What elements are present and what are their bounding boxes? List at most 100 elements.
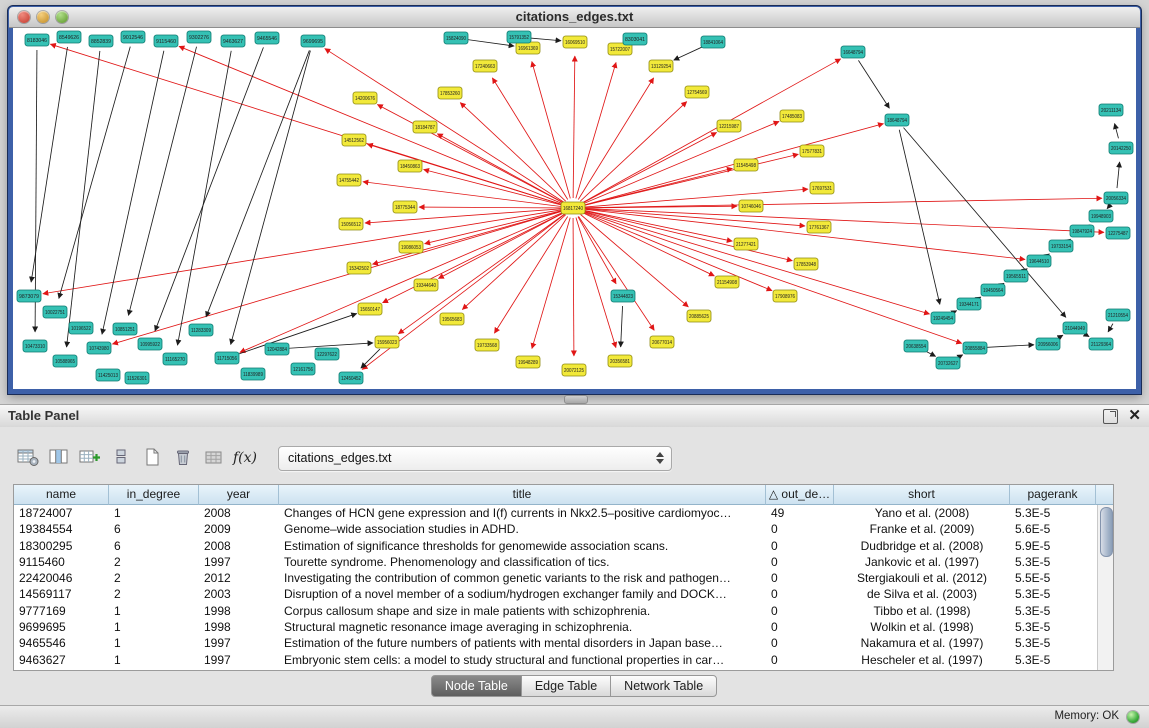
cell-in_degree[interactable]: 2 (109, 586, 199, 602)
cell-name[interactable]: 22420046 (14, 570, 109, 586)
graph-node[interactable]: 17240663 (473, 60, 497, 72)
delete-button[interactable] (169, 445, 197, 471)
cell-year[interactable]: 1998 (199, 619, 279, 635)
cell-pagerank[interactable]: 5.3E-5 (1010, 635, 1096, 651)
graph-node[interactable]: 8303041 (623, 33, 647, 45)
table-mode-button[interactable] (14, 445, 42, 471)
graph-node[interactable]: 20638554 (904, 340, 928, 352)
cell-title[interactable]: Corpus callosum shape and size in male p… (279, 603, 766, 619)
graph-node[interactable]: 10851251 (113, 323, 137, 335)
cell-in_degree[interactable]: 1 (109, 505, 199, 521)
cell-pagerank[interactable]: 5.9E-5 (1010, 538, 1096, 554)
cell-name[interactable]: 9463627 (14, 652, 109, 668)
graph-node[interactable]: 9463627 (221, 35, 245, 47)
cell-out_degree[interactable]: 0 (766, 586, 834, 602)
graph-node[interactable]: 17485083 (780, 110, 804, 122)
cell-in_degree[interactable]: 1 (109, 635, 199, 651)
graph-node[interactable]: 20356581 (608, 355, 632, 367)
graph-node[interactable]: 12042884 (265, 343, 289, 355)
graph-node[interactable]: 19344171 (957, 298, 981, 310)
graph-node[interactable]: 20956006 (1036, 338, 1060, 350)
cell-short[interactable]: de Silva et al. (2003) (834, 586, 1010, 602)
table-row[interactable]: 2242004622012Investigating the contribut… (14, 570, 1113, 586)
graph-node[interactable]: 16648794 (841, 46, 865, 58)
cell-short[interactable]: Nakamura et al. (1997) (834, 635, 1010, 651)
graph-node[interactable]: 19948903 (1089, 210, 1113, 222)
table-row[interactable]: 911546021997Tourette syndrome. Phenomeno… (14, 554, 1113, 570)
graph-node[interactable]: 17761367 (807, 221, 831, 233)
column-header-pagerank[interactable]: pagerank (1010, 485, 1096, 505)
cell-title[interactable]: Genome–wide association studies in ADHD. (279, 521, 766, 537)
cell-pagerank[interactable]: 5.5E-5 (1010, 570, 1096, 586)
cell-out_degree[interactable]: 0 (766, 538, 834, 554)
cell-year[interactable]: 2012 (199, 570, 279, 586)
graph-node[interactable]: 20732627 (936, 357, 960, 369)
graph-node[interactable]: 8183046 (25, 34, 49, 46)
graph-node[interactable]: 19565511 (1004, 270, 1028, 282)
cell-out_degree[interactable]: 0 (766, 635, 834, 651)
cell-in_degree[interactable]: 6 (109, 521, 199, 537)
graph-node[interactable]: 20142250 (1109, 142, 1133, 154)
graph-node[interactable]: 18841064 (701, 36, 725, 48)
cell-title[interactable]: Disruption of a novel member of a sodium… (279, 586, 766, 602)
graph-node[interactable]: 15342502 (347, 262, 371, 274)
cell-in_degree[interactable]: 1 (109, 603, 199, 619)
float-panel-icon[interactable] (1103, 409, 1118, 424)
tab-network-table[interactable]: Network Table (610, 675, 717, 697)
cell-year[interactable]: 2009 (199, 521, 279, 537)
cell-out_degree[interactable]: 0 (766, 570, 834, 586)
cell-title[interactable]: Tourette syndrome. Phenomenology and cla… (279, 554, 766, 570)
table-row[interactable]: 946362711997Embryonic stem cells: a mode… (14, 652, 1113, 668)
cell-year[interactable]: 1998 (199, 603, 279, 619)
graph-node[interactable]: 9012546 (121, 31, 145, 43)
close-window-button[interactable] (18, 11, 30, 23)
graph-node[interactable]: 15956023 (375, 336, 399, 348)
cell-pagerank[interactable]: 5.3E-5 (1010, 652, 1096, 668)
graph-node[interactable]: 21154908 (715, 276, 739, 288)
cell-out_degree[interactable]: 0 (766, 521, 834, 537)
graph-node[interactable]: 10473310 (23, 340, 47, 352)
graph-node[interactable]: 12754569 (685, 86, 709, 98)
cell-in_degree[interactable]: 2 (109, 570, 199, 586)
cell-short[interactable]: Tibbo et al. (1998) (834, 603, 1010, 619)
graph-node[interactable]: 8852839 (89, 35, 113, 47)
column-header-in_degree[interactable]: in_degree (109, 485, 199, 505)
cell-name[interactable]: 9115460 (14, 554, 109, 570)
graph-node[interactable]: 19847924 (1070, 225, 1094, 237)
cell-short[interactable]: Hescheler et al. (1997) (834, 652, 1010, 668)
cell-short[interactable]: Wolkin et al. (1998) (834, 619, 1010, 635)
graph-node[interactable]: 12275487 (1106, 227, 1130, 239)
graph-node[interactable]: 10196522 (69, 322, 93, 334)
graph-node[interactable]: 16961369 (516, 42, 540, 54)
graph-node[interactable]: 19344640 (414, 279, 438, 291)
column-header-name[interactable]: name (14, 485, 109, 505)
graph-node[interactable]: 16069510 (563, 36, 587, 48)
graph-node[interactable]: 11839989 (241, 368, 265, 380)
graph-node[interactable]: 10743980 (87, 342, 111, 354)
graph-node[interactable]: 19644510 (1027, 255, 1051, 267)
cell-name[interactable]: 18300295 (14, 538, 109, 554)
cell-short[interactable]: Stergiakouli et al. (2012) (834, 570, 1010, 586)
column-header-title[interactable]: title (279, 485, 766, 505)
cell-title[interactable]: Estimation of the future numbers of pati… (279, 635, 766, 651)
cell-short[interactable]: Yano et al. (2008) (834, 505, 1010, 521)
cell-name[interactable]: 9777169 (14, 603, 109, 619)
graph-node[interactable]: 17853948 (794, 258, 818, 270)
graph-node[interactable]: 15791352 (507, 31, 531, 43)
graph-node[interactable]: 9302276 (187, 31, 211, 43)
cell-short[interactable]: Jankovic et al. (1997) (834, 554, 1010, 570)
graph-node[interactable]: 17697531 (810, 182, 834, 194)
cell-name[interactable]: 9699695 (14, 619, 109, 635)
graph-node[interactable]: 12297622 (315, 348, 339, 360)
vertical-scrollbar[interactable] (1097, 505, 1113, 670)
graph-node[interactable]: 18184787 (413, 121, 437, 133)
graph-node[interactable]: 10746046 (739, 200, 763, 212)
cell-out_degree[interactable]: 0 (766, 603, 834, 619)
graph-node[interactable]: 20677014 (650, 336, 674, 348)
cell-title[interactable]: Structural magnetic resonance image aver… (279, 619, 766, 635)
cell-year[interactable]: 2003 (199, 586, 279, 602)
graph-node[interactable]: 19086053 (399, 241, 423, 253)
graph-node[interactable]: 19733154 (1049, 240, 1073, 252)
graph-node[interactable]: 8549626 (57, 31, 81, 43)
function-builder-button[interactable]: f(x) (231, 445, 259, 471)
